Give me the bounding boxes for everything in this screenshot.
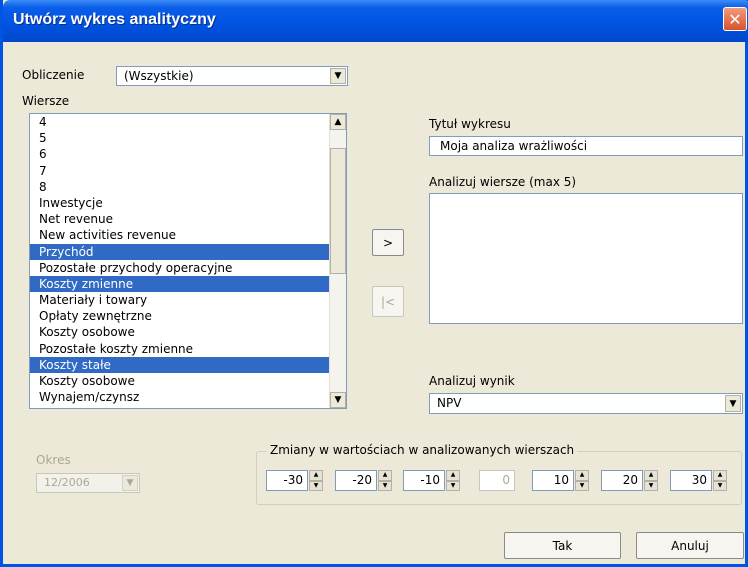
cancel-button[interactable]: Anuluj bbox=[636, 532, 744, 559]
change-value[interactable]: -10 bbox=[403, 470, 445, 491]
spin-down-icon[interactable]: ▼ bbox=[378, 480, 392, 491]
change-value[interactable]: -30 bbox=[266, 470, 308, 491]
changes-group-label: Zmiany w wartościach w analizowanych wie… bbox=[267, 443, 578, 457]
rows-items: 4 5 6 7 8 Inwestycje Net revenue New activities… bbox=[30, 114, 346, 405]
title-bar[interactable]: Utwórz wykres analityczny ✕ bbox=[3, 0, 748, 42]
spin-down-icon[interactable]: ▼ bbox=[575, 480, 589, 491]
rows-list-item[interactable]: Koszty osobowe bbox=[30, 373, 346, 389]
dialog-window: Utwórz wykres analityczny ✕ Obliczenie (… bbox=[0, 0, 748, 567]
change-spinner[interactable]: -20 ▲ ▼ bbox=[335, 470, 392, 491]
spin-up-icon[interactable]: ▲ bbox=[309, 470, 323, 481]
rows-scrollbar[interactable]: ▲ ▼ bbox=[329, 114, 346, 408]
change-value[interactable]: 30 bbox=[670, 470, 712, 491]
chevron-down-icon[interactable]: ▼ bbox=[725, 395, 741, 412]
change-spinner[interactable]: 10 ▲ ▼ bbox=[532, 470, 589, 491]
add-row-button[interactable]: > bbox=[372, 229, 404, 256]
rows-list-item[interactable]: Net revenue bbox=[30, 211, 346, 227]
rows-list-item[interactable]: Materiały i towary bbox=[30, 292, 346, 308]
scroll-thumb[interactable] bbox=[330, 148, 346, 274]
chevron-down-icon[interactable]: ▼ bbox=[122, 475, 138, 491]
spin-down-icon[interactable]: ▼ bbox=[713, 480, 727, 491]
close-icon: ✕ bbox=[728, 9, 742, 29]
spin-down-icon[interactable]: ▼ bbox=[309, 480, 323, 491]
analyze-result-selected: NPV bbox=[437, 396, 462, 410]
rows-list-item[interactable]: Opłaty zewnętrzne bbox=[30, 308, 346, 324]
change-value[interactable]: 20 bbox=[601, 470, 643, 491]
change-spinner[interactable]: 30 ▲ ▼ bbox=[670, 470, 727, 491]
spin-up-icon[interactable]: ▲ bbox=[575, 470, 589, 481]
rows-list-item[interactable]: Koszty osobowe bbox=[30, 324, 346, 340]
spin-up-icon[interactable]: ▲ bbox=[378, 470, 392, 481]
close-button[interactable]: ✕ bbox=[723, 7, 747, 31]
calculation-selected: (Wszystkie) bbox=[124, 69, 194, 83]
rows-list-item[interactable]: Inwestycje bbox=[30, 195, 346, 211]
chevron-down-icon[interactable]: ▼ bbox=[330, 68, 346, 84]
rows-listbox[interactable]: 4 5 6 7 8 Inwestycje Net revenue New activities… bbox=[29, 113, 347, 409]
change-spinner[interactable]: -30 ▲ ▼ bbox=[266, 470, 323, 491]
rows-list-item[interactable]: Wynajem/czynsz bbox=[30, 389, 346, 405]
rows-list-item[interactable]: Pozostałe przychody operacyjne bbox=[30, 260, 346, 276]
change-value[interactable]: -20 bbox=[335, 470, 377, 491]
rows-label: Wiersze bbox=[22, 94, 70, 108]
ok-button[interactable]: Tak bbox=[504, 532, 621, 559]
analyze-result-select[interactable]: NPV ▼ bbox=[429, 393, 743, 414]
period-label: Okres bbox=[36, 453, 71, 467]
rows-list-item[interactable]: 6 bbox=[30, 146, 346, 162]
spin-down-icon[interactable]: ▼ bbox=[446, 480, 460, 491]
rows-list-item[interactable]: 8 bbox=[30, 179, 346, 195]
spin-up-icon[interactable]: ▲ bbox=[713, 470, 727, 481]
remove-row-button[interactable]: |< bbox=[372, 286, 404, 317]
rows-list-item[interactable]: Koszty stałe bbox=[30, 356, 346, 373]
scroll-up-icon[interactable]: ▲ bbox=[330, 114, 346, 130]
period-selected: 12/2006 bbox=[44, 476, 90, 489]
analyze-rows-label: Analizuj wiersze (max 5) bbox=[429, 175, 577, 189]
rows-list-item[interactable]: Pozostałe koszty zmienne bbox=[30, 341, 346, 357]
change-spinner[interactable]: 20 ▲ ▼ bbox=[601, 470, 658, 491]
chart-title-label: Tytuł wykresu bbox=[429, 117, 511, 131]
spin-up-icon[interactable]: ▲ bbox=[644, 470, 658, 481]
change-spinner-zero: 0 bbox=[479, 470, 515, 491]
change-value[interactable]: 10 bbox=[532, 470, 574, 491]
scroll-down-icon[interactable]: ▼ bbox=[330, 392, 346, 408]
spin-up-icon[interactable]: ▲ bbox=[446, 470, 460, 481]
calculation-label: Obliczenie bbox=[22, 68, 85, 82]
chart-title-input[interactable]: Moja analiza wrażliwości bbox=[429, 136, 743, 156]
rows-list-item[interactable]: Koszty zmienne bbox=[30, 275, 346, 293]
window-title: Utwórz wykres analityczny bbox=[13, 11, 216, 28]
change-spinner[interactable]: -10 ▲ ▼ bbox=[403, 470, 460, 491]
analyze-rows-listbox[interactable] bbox=[429, 193, 743, 324]
rows-list-item[interactable]: New activities revenue bbox=[30, 227, 346, 243]
rows-list-item[interactable]: 7 bbox=[30, 163, 346, 179]
changes-group: Zmiany w wartościach w analizowanych wie… bbox=[256, 443, 742, 505]
analyze-result-label: Analizuj wynik bbox=[429, 374, 515, 388]
rows-list-item[interactable]: 4 bbox=[30, 114, 346, 130]
calculation-select[interactable]: (Wszystkie) ▼ bbox=[116, 66, 348, 86]
spin-down-icon[interactable]: ▼ bbox=[644, 480, 658, 491]
period-select[interactable]: 12/2006 ▼ bbox=[36, 473, 140, 493]
rows-list-item[interactable]: Przychód bbox=[30, 243, 346, 260]
rows-list-item[interactable]: 5 bbox=[30, 130, 346, 146]
change-value-zero: 0 bbox=[479, 470, 515, 491]
